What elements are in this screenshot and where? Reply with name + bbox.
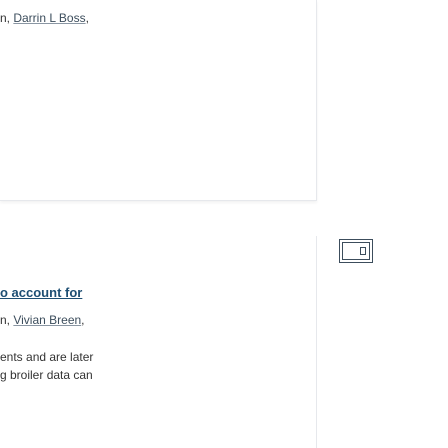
reader-frame bbox=[342, 242, 370, 260]
author-list: n, Darrin L Boss, bbox=[0, 10, 89, 26]
reader-view-button[interactable] bbox=[339, 239, 373, 263]
result-card-bottom bbox=[0, 236, 317, 448]
article-title-link[interactable]: o account for bbox=[0, 284, 82, 301]
result-card-top: n, Darrin L Boss, bbox=[0, 0, 317, 201]
author-prefix: n, bbox=[0, 11, 14, 25]
author-link[interactable]: Darrin L Boss bbox=[13, 11, 85, 25]
snippet-line: g broiler data can bbox=[0, 368, 93, 382]
author-separator: , bbox=[81, 313, 85, 327]
snippet-line: ents and are later bbox=[0, 350, 94, 364]
author-list: n, Vivian Breen, bbox=[0, 312, 85, 328]
author-link[interactable]: Vivian Breen bbox=[13, 313, 81, 327]
author-prefix: n, bbox=[0, 313, 14, 327]
article-snippet: ents and are later g broiler data can bbox=[0, 348, 93, 384]
author-separator: , bbox=[85, 11, 89, 25]
document-icon bbox=[360, 247, 366, 255]
